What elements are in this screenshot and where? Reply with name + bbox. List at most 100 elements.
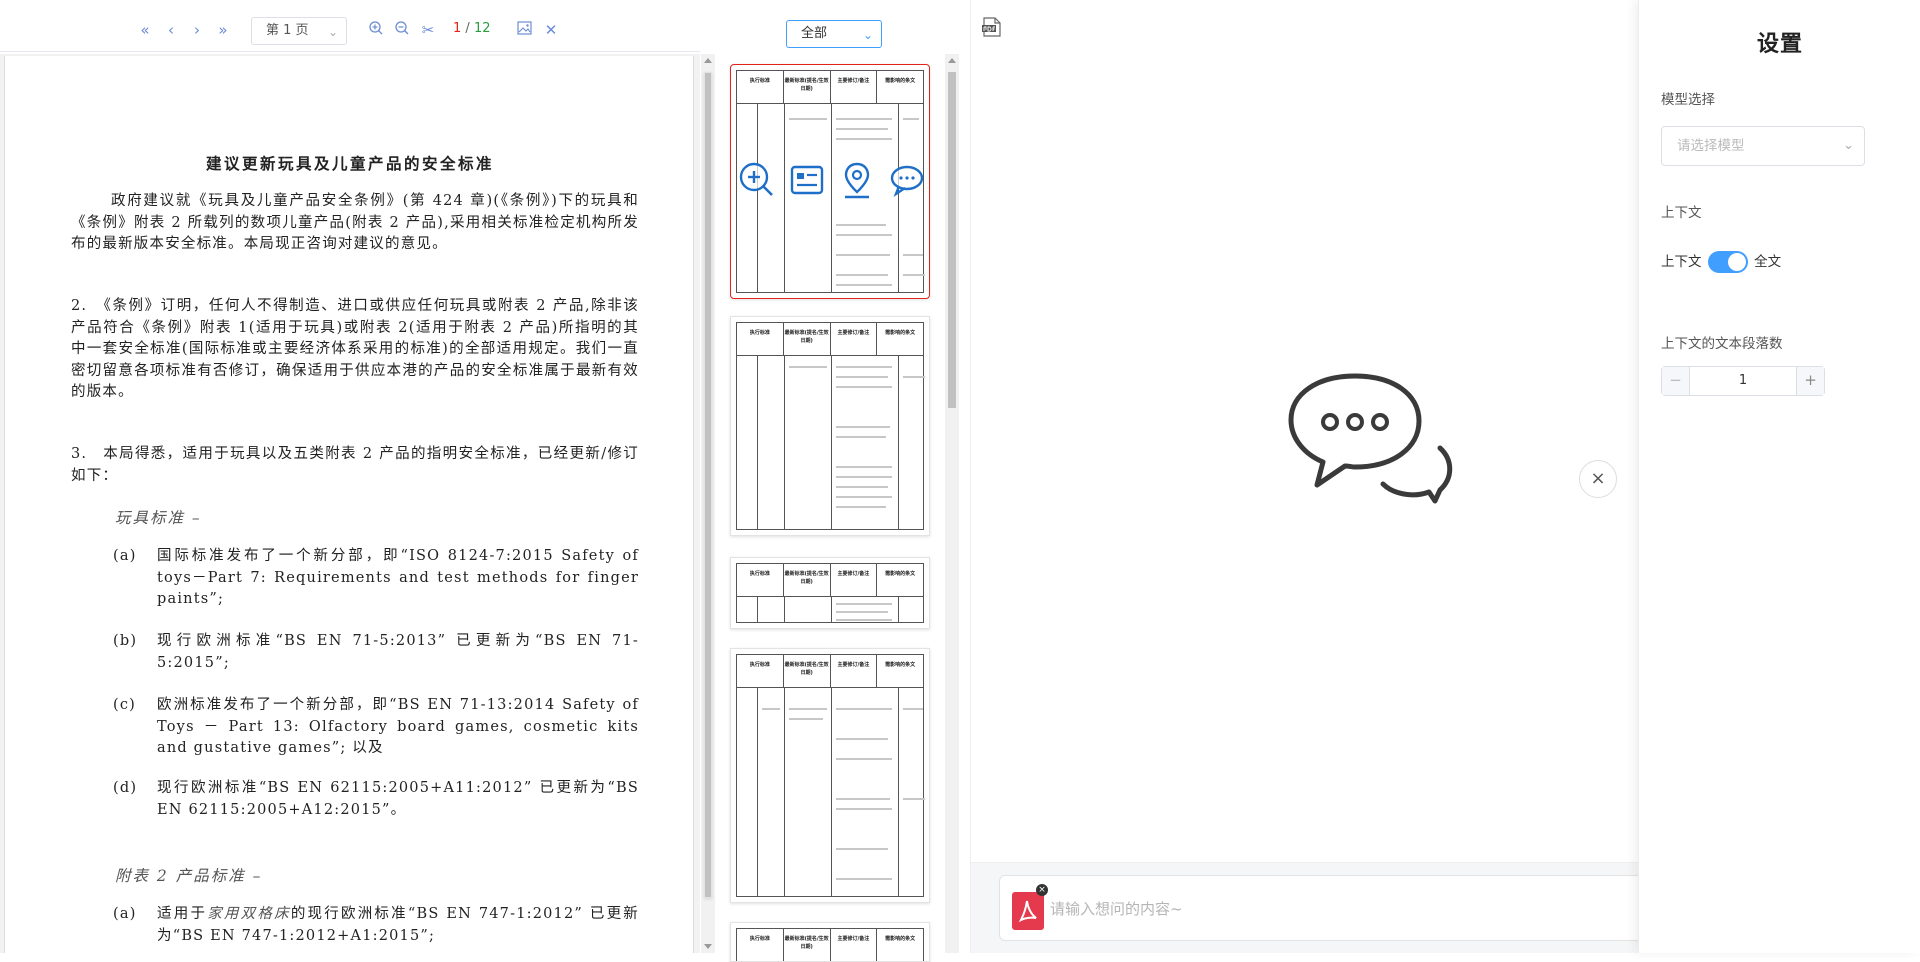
list-item-text-pre: 适用于: [157, 906, 208, 922]
cut-icon[interactable]: ✂: [418, 20, 438, 40]
zoom-in-icon[interactable]: [737, 160, 777, 200]
remove-file-button[interactable]: ×: [1036, 884, 1048, 896]
thumbnail-header-cell: 执行标准: [737, 564, 784, 596]
pdf-page: 建议更新玩具及儿童产品的安全标准 政府建议就《玩具及儿童产品安全条例》(第 42…: [4, 56, 694, 953]
thumbnail-table-header: 执行标准 最新标准(提名/生效日期) 主要修订/备注 需影响的条文: [736, 654, 924, 688]
page-scrollbar-thumb[interactable]: [704, 72, 712, 898]
model-select[interactable]: 请选择模型 ⌄: [1661, 126, 1865, 166]
next-page-icon[interactable]: ›: [187, 20, 207, 40]
list-item: (a) 国际标准发布了一个新分部，即“ISO 8124-7:2015 Safet…: [113, 546, 639, 611]
list-item-text: 欧洲标准发布了一个新分部，即“BS EN 71-13:2014 Safety o…: [157, 697, 639, 756]
last-page-icon[interactable]: »: [213, 20, 233, 40]
page-thumbnail-4[interactable]: 执行标准 最新标准(提名/生效日期) 主要修订/备注 需影响的条文: [730, 648, 930, 903]
thumbnail-header-cell: 需影响的条文: [885, 571, 916, 577]
page-select[interactable]: 第 1 页 ⌄: [251, 17, 347, 45]
pdf-viewer: « ‹ › » 第 1 页 ⌄ ✂ 1 / 12 ✕ 建议更新玩具及儿童产品的安…: [0, 0, 715, 953]
thumbnail-header-cell: 需影响的条文: [885, 936, 916, 942]
model-select-label: 模型选择: [1661, 92, 1715, 108]
prev-page-icon[interactable]: ‹: [161, 20, 181, 40]
thumbnail-header-cell: 执行标准: [737, 71, 784, 103]
scroll-up-arrow-icon[interactable]: [704, 58, 712, 63]
chat-area: × × 请输入想问的内容~: [970, 0, 1639, 953]
thumbnail-header-cell: 主要修订/备注: [831, 655, 878, 687]
list-item: (c) 欧洲标准发布了一个新分部，即“BS EN 71-13:2014 Safe…: [113, 695, 639, 760]
context-toggle-switch[interactable]: [1707, 251, 1748, 273]
page-thumbnail-1[interactable]: 执行标准 最新标准(提名/生效日期) 主要修订/备注 需影响的条文: [730, 64, 930, 299]
thumbnail-table-header: 执行标准 最新标准(提名/生效日期) 主要修订/备注 需影响的条文: [736, 563, 924, 597]
increment-button[interactable]: +: [1796, 367, 1824, 395]
chevron-down-icon: ⌄: [327, 25, 338, 39]
list-item-text: 国际标准发布了一个新分部，即“ISO 8124-7:2015 Safety of…: [157, 548, 639, 607]
chat-input-bar: × 请输入想问的内容~: [971, 862, 1639, 953]
chat-bubbles-illustration-icon: [1288, 373, 1453, 504]
thumbnail-header-cell: 最新标准(提名/生效日期): [784, 71, 831, 103]
paragraph-count-stepper: − 1 +: [1661, 366, 1825, 396]
image-icon[interactable]: [514, 20, 534, 40]
list-item: (a) 适用于家用双格床的现行欧洲标准“BS EN 747-1:2012” 已更…: [113, 904, 639, 947]
thumbnail-table-body: [736, 597, 924, 623]
document-title: 建议更新玩具及儿童产品的安全标准: [205, 154, 494, 173]
thumbnail-action-icons: [731, 160, 929, 204]
list-item-label: (a): [113, 906, 137, 922]
page-thumbnail-3[interactable]: 执行标准 最新标准(提名/生效日期) 主要修订/备注 需影响的条文: [730, 557, 930, 629]
thumbnail-table-header: 执行标准 最新标准(提名/生效日期) 主要修订/备注 需影响的条文: [736, 70, 924, 104]
thumbnail-header-cell: 执行标准: [737, 655, 784, 687]
scroll-down-arrow-icon[interactable]: [704, 944, 712, 949]
attached-pdf-file[interactable]: [1012, 892, 1044, 930]
list-item: (b) 现行欧洲标准“BS EN 71-5:2013” 已更新为“BS EN 7…: [113, 631, 639, 674]
paragraph-count-value[interactable]: 1: [1690, 367, 1796, 395]
settings-title: 设置: [1756, 32, 1803, 57]
page-scrollbar[interactable]: [701, 54, 715, 953]
page-thumbnail-2[interactable]: 执行标准 最新标准(提名/生效日期) 主要修订/备注 需影响的条文: [730, 316, 930, 536]
list-item-label: (c): [113, 697, 137, 713]
zoom-out-icon[interactable]: [392, 20, 412, 40]
settings-panel: 设置 模型选择 请选择模型 ⌄ 上下文 上下文 全文 上下文的文本段落数 − 1…: [1638, 0, 1920, 953]
thumbnail-scrollbar[interactable]: [945, 54, 959, 953]
page-separator: /: [461, 21, 474, 36]
thumbnail-table-header: 执行标准 最新标准(提名/生效日期) 主要修订/备注 需影响的条文: [736, 928, 924, 961]
page-thumbnail-5[interactable]: 执行标准 最新标准(提名/生效日期) 主要修订/备注 需影响的条文: [730, 922, 930, 962]
thumbnail-scrollbar-thumb[interactable]: [948, 72, 956, 408]
chevron-down-icon: ⌄: [862, 28, 873, 42]
thumbnail-header-cell: 主要修订/备注: [831, 929, 878, 961]
chevron-down-icon: ⌄: [1843, 138, 1854, 153]
page-total: 12: [473, 21, 491, 36]
subheading-toy-standards: 玩具标准 –: [115, 509, 202, 527]
thumbnail-header-cell: 执行标准: [737, 323, 784, 355]
list-item-text: 现行欧洲标准“BS EN 71-5:2013” 已更新为“BS EN 71-5:…: [157, 633, 639, 671]
list-item-label: (b): [113, 633, 138, 649]
document-paragraph-3: 3. 本局得悉，适用于玩具以及五类附表 2 产品的指明安全标准，已经更新/修订如…: [71, 446, 639, 484]
context-toggle-left-label: 上下文: [1661, 254, 1702, 270]
thumbnail-filter-select[interactable]: 全部 ⌄: [786, 20, 882, 48]
thumbnail-header-cell: 最新标准(提名/生效日期): [784, 564, 831, 596]
page-counter: 1 / 12: [453, 21, 490, 36]
close-icon[interactable]: ✕: [541, 20, 561, 40]
thumbnail-header-cell: 最新标准(提名/生效日期): [784, 655, 831, 687]
thumbnail-header-cell: 执行标准: [737, 929, 784, 961]
close-chat-button[interactable]: ×: [1579, 460, 1617, 498]
chat-bubble-icon[interactable]: [887, 160, 927, 200]
thumbnail-header-cell: 需影响的条文: [885, 662, 916, 668]
page-select-value: 第 1 页: [266, 23, 309, 38]
zoom-in-icon[interactable]: [366, 20, 386, 40]
scroll-up-arrow-icon[interactable]: [948, 58, 956, 63]
list-item: (d) 现行欧洲标准“BS EN 62115:2005+A11:2012” 已更…: [113, 778, 639, 821]
first-page-icon[interactable]: «: [135, 20, 155, 40]
list-item-label: (a): [113, 548, 137, 564]
thumbnail-table-header: 执行标准 最新标准(提名/生效日期) 主要修订/备注 需影响的条文: [736, 322, 924, 356]
pdf-acrobat-icon: [1018, 900, 1037, 923]
list-item-label: (d): [113, 780, 138, 796]
thumbnail-header-cell: 需影响的条文: [885, 78, 916, 84]
decrement-button[interactable]: −: [1662, 367, 1690, 395]
chat-input[interactable]: × 请输入想问的内容~: [999, 875, 1639, 941]
subheading-schedule2-standards: 附表 2 产品标准 –: [115, 867, 263, 885]
pdf-toolbar: « ‹ › » 第 1 页 ⌄ ✂ 1 / 12 ✕: [0, 0, 700, 52]
context-toggle-right-label: 全文: [1754, 254, 1782, 270]
list-item-text: 适用于家用双格床的现行欧洲标准“BS EN 747-1:2012” 已更新为“B…: [157, 904, 639, 947]
thumbnail-table-body: [736, 688, 925, 897]
detail-card-icon[interactable]: [787, 160, 827, 200]
document-paragraph-2: 2. 《条例》订明，任何人不得制造、进口或供应任何玩具或附表 2 产品,除非该产…: [71, 298, 639, 400]
pdf-file-icon[interactable]: [981, 16, 1003, 38]
locate-pin-icon[interactable]: [837, 160, 877, 200]
thumbnail-panel: 全部 ⌄ 执行标准 最新标准(提名/生效日期) 主要修订/备注 需影响的条文 执…: [716, 0, 966, 962]
